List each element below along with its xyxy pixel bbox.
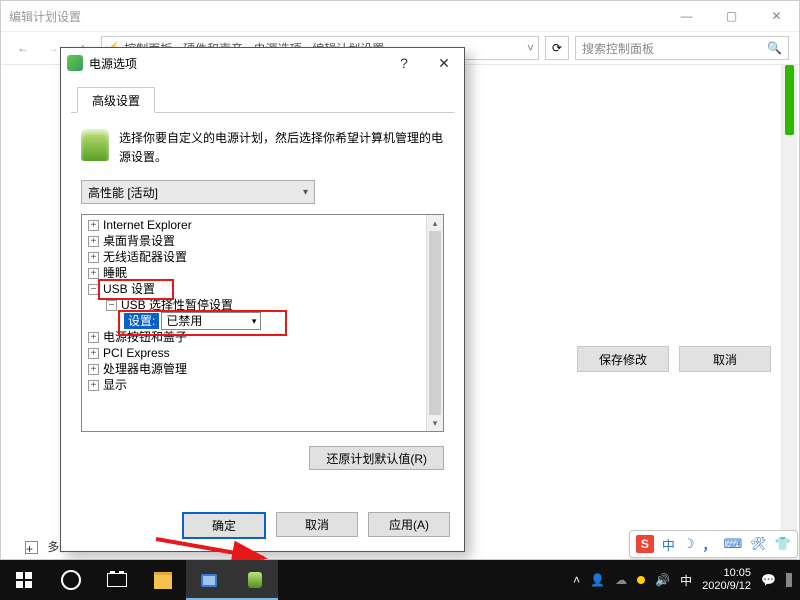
show-desktop-button[interactable] (786, 573, 792, 587)
tree-scroll-down[interactable]: ▾ (427, 415, 443, 431)
dialog-title: 电源选项 (89, 55, 384, 72)
search-placeholder: 搜索控制面板 (582, 40, 654, 57)
taskbar: ˄ 👤 ☁ 🔊 中 10:05 2020/9/12 💬 (0, 560, 800, 600)
tray-volume-icon[interactable]: 🔊 (655, 573, 670, 587)
dialog-buttons: 确定 取消 应用(A) (61, 512, 464, 539)
tab-advanced[interactable]: 高级设置 (77, 87, 155, 113)
truncated-expand-icon[interactable]: + (25, 541, 38, 554)
parent-save-button[interactable]: 保存修改 (577, 346, 669, 372)
parent-action-buttons: 保存修改 取消 (577, 346, 771, 372)
cancel-button[interactable]: 取消 (276, 512, 358, 537)
cortana-button[interactable] (48, 560, 94, 600)
battery-icon (248, 572, 262, 588)
parent-cancel-button[interactable]: 取消 (679, 346, 771, 372)
dialog-description: 选择你要自定义的电源计划，然后选择你希望计算机管理的电源设置。 (119, 129, 444, 166)
parent-minimize-button[interactable]: — (664, 1, 709, 31)
restore-defaults-button[interactable]: 还原计划默认值(R) (309, 446, 444, 470)
nav-back-button[interactable]: ← (11, 41, 35, 55)
chevron-down-icon: ▾ (303, 187, 308, 198)
search-control-panel[interactable]: 搜索控制面板 🔍 (575, 36, 789, 60)
ime-lang[interactable]: 中 (662, 535, 675, 554)
parent-maximize-button[interactable]: ▢ (709, 1, 754, 31)
tray-action-center[interactable]: 💬 (761, 573, 776, 587)
apply-button[interactable]: 应用(A) (368, 512, 450, 537)
ime-punct[interactable]: ， (703, 535, 716, 554)
dialog-close-button[interactable]: ✕ (424, 55, 464, 72)
dialog-tabs: 高级设置 (71, 84, 454, 113)
parent-scroll-thumb[interactable] (785, 65, 794, 135)
parent-title: 编辑计划设置 (9, 8, 81, 25)
tree-item-wireless[interactable]: +无线适配器设置 (84, 249, 425, 265)
parent-scrollbar[interactable] (781, 65, 797, 555)
tray-status-icon[interactable] (637, 576, 645, 584)
address-refresh-button[interactable]: ⟳ (545, 36, 569, 60)
tray-date: 2020/9/12 (702, 580, 751, 593)
battery-icon (81, 129, 109, 161)
taskview-button[interactable] (94, 560, 140, 600)
tree-item-cpu-power[interactable]: +处理器电源管理 (84, 361, 425, 377)
tree-scrollbar[interactable]: ▴ ▾ (426, 215, 443, 431)
power-plan-selected: 高性能 [活动] (88, 184, 158, 201)
tray-clock[interactable]: 10:05 2020/9/12 (702, 567, 751, 592)
power-plug-icon (67, 55, 83, 71)
tree-item-pci-express[interactable]: +PCI Express (84, 345, 425, 361)
tree-scroll-thumb[interactable] (429, 231, 441, 415)
parent-titlebar: 编辑计划设置 — ▢ ✕ (1, 1, 799, 32)
taskbar-explorer[interactable] (140, 560, 186, 600)
taskbar-power-options[interactable] (232, 560, 278, 600)
settings-window-icon (201, 574, 217, 587)
ime-keyboard-icon[interactable]: ⌨ (724, 536, 743, 552)
ime-tools-icon[interactable]: 🛠 (750, 536, 767, 552)
sogou-logo-icon[interactable]: S (636, 535, 654, 553)
tray-overflow-button[interactable]: ˄ (573, 573, 580, 587)
tray-people-icon[interactable]: 👤 (590, 573, 605, 587)
settings-tree: +Internet Explorer +桌面背景设置 +无线适配器设置 +睡眠 … (81, 214, 444, 432)
dialog-help-button[interactable]: ? (384, 55, 424, 71)
tree-item-ie[interactable]: +Internet Explorer (84, 217, 425, 233)
ime-moon-icon[interactable]: ☽ (683, 536, 695, 552)
tray-ime-lang[interactable]: 中 (680, 572, 692, 589)
windows-logo-icon (16, 572, 32, 588)
power-plan-select[interactable]: 高性能 [活动] ▾ (81, 180, 315, 204)
tray-onedrive-icon[interactable]: ☁ (615, 573, 627, 587)
annotation-highlight-setting (118, 310, 287, 336)
tray-time: 10:05 (702, 567, 751, 580)
folder-icon (154, 572, 172, 589)
power-options-dialog: 电源选项 ? ✕ 高级设置 选择你要自定义的电源计划，然后选择你希望计算机管理的… (60, 47, 465, 552)
parent-close-button[interactable]: ✕ (754, 1, 799, 31)
start-button[interactable] (0, 560, 48, 600)
tree-item-desktop-bg[interactable]: +桌面背景设置 (84, 233, 425, 249)
dialog-body: 高级设置 选择你要自定义的电源计划，然后选择你希望计算机管理的电源设置。 高性能… (61, 84, 464, 480)
ok-button[interactable]: 确定 (182, 512, 266, 539)
search-icon: 🔍 (767, 41, 782, 55)
tree-item-display[interactable]: +显示 (84, 377, 425, 393)
annotation-highlight-usb (98, 279, 174, 300)
system-tray: ˄ 👤 ☁ 🔊 中 10:05 2020/9/12 💬 (573, 567, 800, 592)
ime-toolbar[interactable]: S 中 ☽ ， ⌨ 🛠 👕 (629, 530, 798, 558)
tree-scroll-up[interactable]: ▴ (427, 215, 443, 231)
taskbar-settings-app[interactable] (186, 560, 232, 600)
ime-skin-icon[interactable]: 👕 (775, 536, 791, 552)
dialog-titlebar: 电源选项 ? ✕ (61, 48, 464, 78)
